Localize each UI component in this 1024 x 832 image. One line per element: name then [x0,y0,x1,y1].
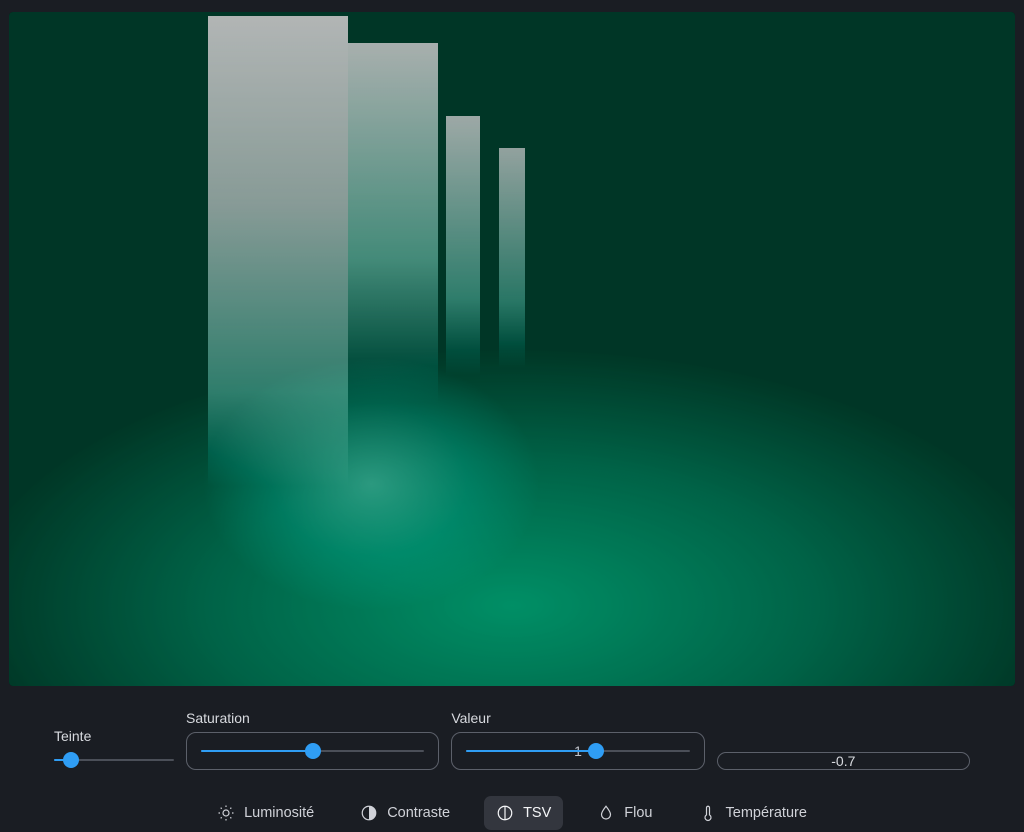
blur-drop-icon [597,804,615,822]
teinte-label: Teinte [54,728,174,744]
saturation-slider-fill [201,750,313,752]
valeur-slider-fill [466,750,596,752]
tab-flou-label: Flou [624,805,652,821]
valeur-control: Valeur 1 [451,710,704,770]
edited-image [9,12,1015,686]
saturation-slider-thumb[interactable] [305,743,321,759]
offset-value-box[interactable]: -0.7 [717,752,970,770]
saturation-slider[interactable] [201,741,424,761]
tab-tsv-label: TSV [523,805,551,821]
tab-temperature[interactable]: Température [687,796,819,830]
image-canvas[interactable] [9,12,1015,686]
thermometer-icon [699,804,717,822]
saturation-control: Saturation 39 [186,710,439,770]
valeur-frame: 1 [451,732,704,770]
tab-luminosite[interactable]: Luminosité [205,796,326,830]
valeur-slider[interactable] [466,741,689,761]
tab-temperature-label: Température [726,805,807,821]
offset-value: -0.7 [831,753,855,769]
saturation-label: Saturation [186,710,439,726]
valeur-slider-thumb[interactable] [588,743,604,759]
tab-contraste-label: Contraste [387,805,450,821]
hue-icon [496,804,514,822]
valeur-label: Valeur [451,710,704,726]
tab-contraste[interactable]: Contraste [348,796,462,830]
tab-tsv[interactable]: TSV [484,796,563,830]
tab-luminosite-label: Luminosité [244,805,314,821]
teinte-control: Teinte [54,728,174,770]
contrast-icon [360,804,378,822]
tab-flou[interactable]: Flou [585,796,664,830]
brightness-icon [217,804,235,822]
saturation-frame: 39 [186,732,439,770]
adjustment-controls: Teinte Saturation 39 Valeur 1 [0,686,1024,770]
teinte-slider[interactable] [54,750,174,770]
adjustment-tabs: Luminosité Contraste TSV Flou Températur… [0,796,1024,830]
offset-control: . -0.7 [717,730,970,770]
teinte-slider-thumb[interactable] [63,752,79,768]
